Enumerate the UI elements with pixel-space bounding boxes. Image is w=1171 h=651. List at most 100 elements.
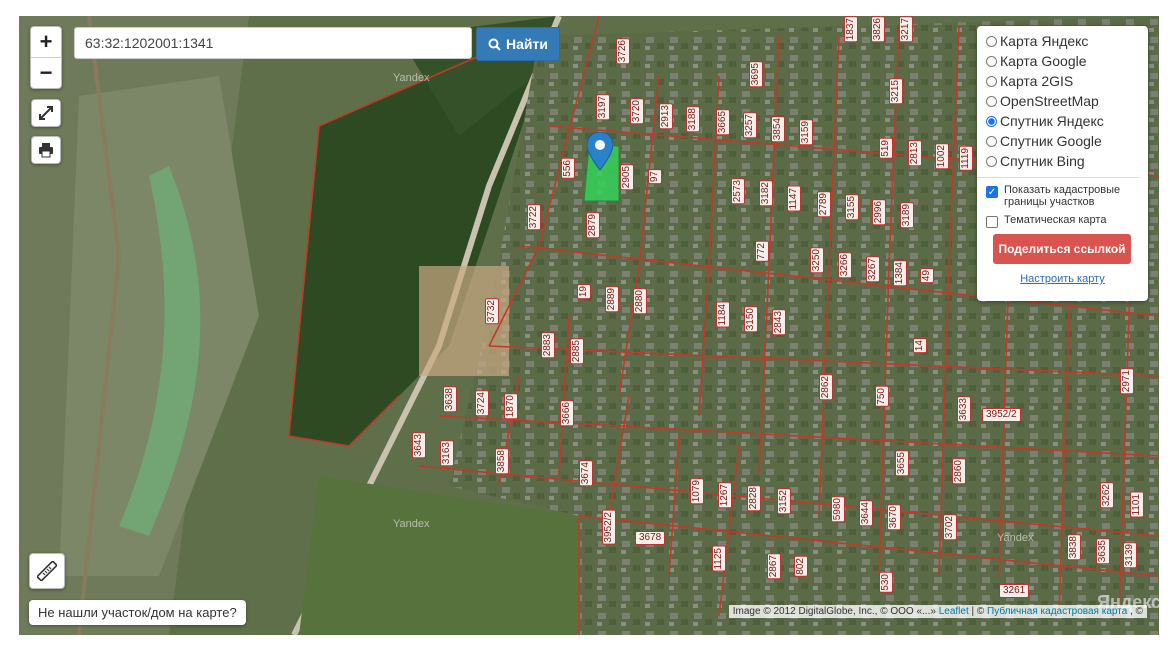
parcel-label[interactable]: 2573 [731, 178, 745, 205]
parcel-label[interactable]: 3826 [871, 16, 885, 43]
radio-icon[interactable] [986, 95, 997, 107]
parcel-label[interactable]: 3674 [579, 460, 593, 487]
parcel-label[interactable]: 1870 [504, 393, 518, 420]
zoom-in-button[interactable]: + [31, 27, 61, 57]
parcel-label[interactable]: 3952/2 [602, 510, 616, 545]
parcel-label[interactable]: 3655 [895, 450, 909, 477]
pkk-link[interactable]: Публичная кадастровая карта [987, 606, 1127, 617]
cadastral-borders-toggle[interactable]: ✓ Показать кадастровые границы участков [986, 184, 1148, 208]
parcel-label[interactable]: 19 [577, 284, 591, 300]
parcel-label[interactable]: 3633 [957, 396, 971, 423]
parcel-label[interactable]: 3678 [635, 531, 666, 545]
radio-icon[interactable] [986, 35, 997, 47]
fullscreen-button[interactable] [31, 99, 61, 127]
parcel-label[interactable]: 3197 [596, 94, 610, 121]
layer-option-google-map[interactable]: Карта Google [986, 51, 1148, 71]
checkbox-checked-icon[interactable]: ✓ [986, 186, 998, 198]
parcel-label[interactable]: 1119 [959, 146, 973, 171]
parcel-label[interactable]: 14 [913, 338, 927, 354]
layer-option-google-satellite[interactable]: Спутник Google [986, 131, 1148, 151]
parcel-label[interactable]: 3250 [810, 247, 824, 274]
radio-icon[interactable] [986, 55, 997, 67]
parcel-label[interactable]: 3643 [412, 432, 426, 459]
parcel-label[interactable]: 3838 [1067, 534, 1081, 561]
parcel-label[interactable]: 3635 [1096, 538, 1110, 565]
parcel-label[interactable]: 530 [879, 572, 893, 593]
not-found-button[interactable]: Не нашли участок/дом на карте? [29, 600, 246, 625]
parcel-label[interactable]: 3638 [443, 386, 457, 413]
parcel-label[interactable]: 3267 [866, 256, 880, 283]
parcel-label[interactable]: 1147 [787, 186, 801, 212]
parcel-label[interactable]: 3854 [771, 116, 785, 143]
parcel-label[interactable]: 2971 [1120, 368, 1134, 395]
parcel-label[interactable]: 3644 [859, 500, 873, 527]
parcel-label[interactable]: 1837 [844, 16, 858, 43]
parcel-label[interactable]: 1125 [712, 546, 726, 572]
parcel-label[interactable]: 3724 [475, 390, 489, 417]
zoom-out-button[interactable]: − [31, 57, 61, 88]
parcel-label[interactable]: 772 [755, 241, 769, 262]
parcel-label[interactable]: 97 [648, 169, 662, 185]
parcel-label[interactable]: 3722 [527, 204, 541, 231]
parcel-label[interactable]: 3266 [838, 252, 852, 279]
parcel-label[interactable]: 2789 [817, 191, 831, 218]
parcel-label[interactable]: 556 [561, 158, 575, 179]
radio-icon[interactable] [986, 135, 997, 147]
parcel-label[interactable]: 2843 [772, 309, 786, 336]
parcel-label[interactable]: 2913 [659, 103, 673, 130]
cadastral-search-input[interactable] [74, 27, 472, 59]
parcel-label[interactable]: 3670 [887, 504, 901, 531]
find-button[interactable]: Найти [476, 27, 560, 61]
print-button[interactable] [31, 136, 61, 164]
parcel-label[interactable]: 3152 [777, 488, 791, 515]
parcel-label[interactable]: 3665 [716, 109, 730, 136]
parcel-label[interactable]: 3139 [1123, 542, 1137, 569]
radio-icon[interactable] [986, 155, 997, 167]
thematic-map-toggle[interactable]: Тематическая карта [986, 214, 1148, 228]
parcel-label[interactable]: 3257 [743, 112, 757, 139]
parcel-label[interactable]: 2996 [872, 199, 886, 226]
parcel-label[interactable]: 3189 [900, 202, 914, 229]
parcel-label[interactable]: 519 [879, 138, 893, 159]
configure-map-link[interactable]: Настроить карту [986, 273, 1139, 285]
share-link-button[interactable]: Поделиться ссылкой [993, 234, 1131, 264]
parcel-label[interactable]: 3182 [759, 180, 773, 207]
measure-button[interactable] [29, 553, 65, 589]
parcel-label[interactable]: 1101 [1130, 492, 1144, 518]
parcel-label[interactable]: 1267 [718, 482, 732, 509]
parcel-label[interactable]: 3666 [560, 400, 574, 427]
parcel-label[interactable]: 3150 [744, 306, 758, 333]
parcel-label[interactable]: 3215 [889, 78, 903, 105]
parcel-label[interactable]: 3155 [845, 194, 859, 221]
parcel-label[interactable]: 3702 [943, 514, 957, 541]
parcel-label[interactable]: 750 [875, 386, 889, 407]
layer-option-yandex-map[interactable]: Карта Яндекс [986, 31, 1148, 51]
checkbox-icon[interactable] [986, 216, 998, 228]
parcel-label[interactable]: 3261 [999, 584, 1030, 598]
parcel-label[interactable]: 3217 [899, 16, 913, 43]
parcel-label[interactable]: 802 [794, 556, 808, 577]
parcel-label[interactable]: 3726 [616, 38, 630, 65]
parcel-label[interactable]: 2879 [586, 212, 600, 239]
parcel-label[interactable]: 5980 [831, 496, 845, 523]
parcel-label[interactable]: 1384 [893, 260, 907, 287]
parcel-label[interactable]: 3858 [495, 448, 509, 475]
parcel-label[interactable]: 1079 [690, 478, 704, 505]
layer-option-yandex-satellite[interactable]: Спутник Яндекс [986, 111, 1148, 131]
parcel-label[interactable]: 3188 [686, 106, 700, 133]
parcel-label[interactable]: 2862 [819, 374, 833, 401]
parcel-label[interactable]: 2889 [605, 286, 619, 313]
parcel-label[interactable]: 3732 [485, 298, 499, 325]
parcel-label[interactable]: 3695 [749, 61, 763, 88]
parcel-label[interactable]: 2828 [747, 485, 761, 512]
parcel-label[interactable]: 1002 [935, 143, 949, 170]
parcel-label[interactable]: 2885 [570, 338, 584, 365]
radio-icon[interactable] [986, 75, 997, 87]
parcel-label[interactable]: 3952/2 [982, 408, 1021, 422]
location-marker-icon[interactable] [587, 132, 613, 170]
parcel-label[interactable]: 2905 [620, 164, 634, 191]
parcel-label[interactable]: 3720 [630, 98, 644, 125]
parcel-label[interactable]: 2883 [541, 332, 555, 359]
parcel-label[interactable]: 1184 [716, 302, 730, 328]
parcel-label[interactable]: 3262 [1100, 482, 1114, 509]
